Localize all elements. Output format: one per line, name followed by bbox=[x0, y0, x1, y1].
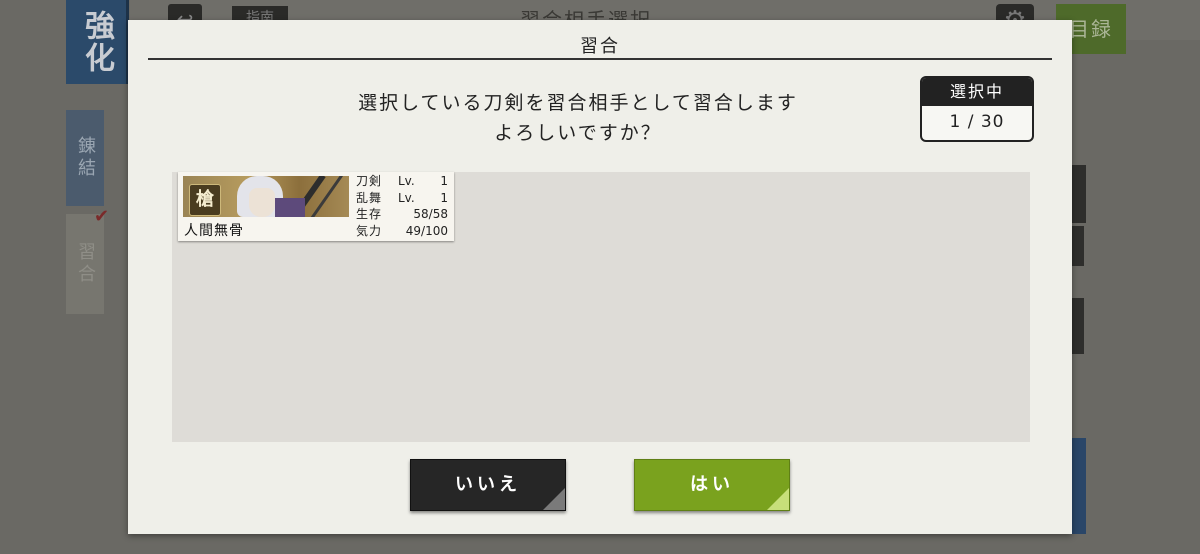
sword-portrait: 槍 bbox=[183, 176, 349, 217]
button-corner-decoration bbox=[543, 488, 565, 510]
stat-label: 乱舞 bbox=[356, 190, 383, 205]
background-panel-edge bbox=[1072, 438, 1086, 534]
yes-button[interactable]: はい bbox=[634, 459, 790, 511]
stat-label: 気力 bbox=[356, 223, 383, 238]
max-count: 30 bbox=[980, 112, 1005, 132]
stat-prefix: Lv. bbox=[398, 174, 415, 188]
selection-counter: 選択中 1 / 30 bbox=[920, 76, 1034, 142]
stat-row-morale: 気力 49/100 bbox=[356, 223, 450, 240]
enhance-header-label: 強化 bbox=[66, 0, 129, 84]
confirm-message-line2: よろしいですか？ bbox=[494, 122, 662, 144]
confirm-message: 選択している刀剣を習合相手として習合します よろしいですか？ bbox=[328, 88, 828, 148]
stat-label: 刀剣 bbox=[356, 174, 383, 188]
no-button-label: いいえ bbox=[455, 474, 521, 495]
background-panel-edge bbox=[1072, 226, 1084, 266]
stat-row-survival: 生存 58/58 bbox=[356, 206, 450, 223]
title-divider bbox=[148, 58, 1052, 60]
stat-value: 49/100 bbox=[405, 223, 448, 238]
selection-counter-value: 1 / 30 bbox=[922, 106, 1032, 138]
sword-stats: 刀剣 Lv. 1 乱舞 Lv. 1 生存 58/58 気力 49/100 bbox=[356, 173, 450, 239]
confirm-message-line1: 選択している刀剣を習合相手として習合します bbox=[358, 92, 798, 114]
no-button[interactable]: いいえ bbox=[410, 459, 566, 511]
selection-counter-label: 選択中 bbox=[922, 78, 1032, 106]
character-coat bbox=[275, 198, 305, 217]
stat-value: 1 bbox=[440, 190, 448, 205]
stat-row-ranbu-level: 乱舞 Lv. 1 bbox=[356, 190, 450, 207]
stat-prefix: Lv. bbox=[398, 190, 415, 205]
sword-card[interactable]: 槍 人間無骨 刀剣 Lv. 1 乱舞 Lv. 1 生存 58/58 気力 49/… bbox=[178, 172, 454, 241]
counter-separator: / bbox=[967, 112, 975, 132]
stat-value: 1 bbox=[440, 174, 448, 188]
check-icon: ✔ bbox=[94, 206, 110, 227]
background-panel-edge bbox=[1072, 165, 1086, 223]
stat-row-sword-level: 刀剣 Lv. 1 bbox=[356, 173, 450, 190]
stat-label: 生存 bbox=[356, 207, 383, 221]
yes-button-label: はい bbox=[690, 474, 734, 495]
character-face bbox=[249, 188, 275, 217]
confirm-dialog: 習合 選択している刀剣を習合相手として習合します よろしいですか？ 選択中 1 … bbox=[128, 20, 1072, 534]
stat-value: 58/58 bbox=[413, 207, 448, 221]
side-tab-shuugou: 習合 bbox=[66, 214, 104, 314]
button-corner-decoration bbox=[767, 488, 789, 510]
sword-name: 人間無骨 bbox=[184, 223, 244, 239]
side-tab-renketsu: 錬結 bbox=[66, 110, 104, 206]
spear-type-icon: 槍 bbox=[189, 184, 221, 216]
selected-count: 1 bbox=[949, 112, 962, 132]
dialog-title: 習合 bbox=[580, 36, 620, 57]
background-panel-edge bbox=[1072, 298, 1084, 354]
